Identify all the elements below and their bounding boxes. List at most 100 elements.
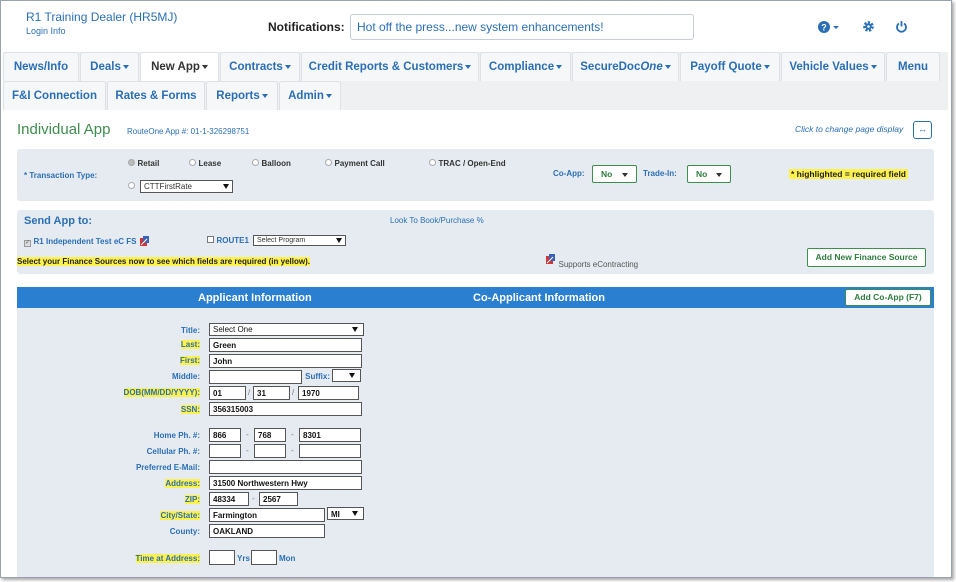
coapplicant-header-title: Co-Applicant Information bbox=[473, 292, 605, 304]
cell-phone-line-input[interactable] bbox=[299, 444, 361, 458]
county-label: County: bbox=[169, 527, 200, 536]
send-app-title: Send App to: bbox=[24, 215, 93, 227]
dob-year-input[interactable]: 1970 bbox=[298, 386, 359, 400]
first-name-label: First: bbox=[180, 356, 200, 365]
home-phone-prefix-input[interactable]: 768 bbox=[254, 428, 286, 442]
coapp-select[interactable]: No bbox=[592, 165, 637, 183]
ssn-label: SSN: bbox=[180, 405, 200, 414]
months-label: Mon bbox=[279, 554, 296, 563]
login-info-link[interactable]: Login Info bbox=[26, 26, 66, 36]
transaction-type-label: * Transaction Type: bbox=[24, 171, 98, 180]
radio-trac-open-end[interactable]: TRAC / Open-End bbox=[429, 158, 506, 168]
chevron-down-icon bbox=[325, 93, 332, 98]
dob-day-input[interactable]: 31 bbox=[253, 386, 290, 400]
tab-credit-reports-customers[interactable]: Credit Reports & Customers bbox=[301, 52, 479, 81]
ssn-input[interactable]: 356315003 bbox=[209, 402, 362, 416]
middle-name-input[interactable] bbox=[209, 370, 302, 384]
applicant-header-title: Applicant Information bbox=[198, 292, 312, 304]
chevron-down-icon bbox=[122, 64, 129, 69]
home-phone-area-input[interactable]: 866 bbox=[209, 428, 241, 442]
tab-compliance[interactable]: Compliance bbox=[480, 52, 571, 81]
main-nav-row-1: News/Info Deals New App Contracts Credit… bbox=[3, 52, 948, 81]
tradein-select[interactable]: No bbox=[687, 165, 731, 183]
tradein-label: Trade-In: bbox=[643, 169, 677, 178]
dob-month-input[interactable]: 01 bbox=[209, 386, 246, 400]
title-label: Title: bbox=[181, 326, 200, 335]
chevron-down-icon bbox=[664, 64, 671, 69]
tab-fi-connection[interactable]: F&I Connection bbox=[3, 81, 106, 110]
title-select[interactable]: Select One bbox=[209, 323, 364, 336]
cell-phone-area-input[interactable] bbox=[209, 444, 241, 458]
radio-program[interactable] bbox=[128, 181, 135, 191]
dob-separator: / bbox=[292, 388, 295, 397]
tab-contracts[interactable]: Contracts bbox=[220, 52, 300, 81]
supports-econtracting-legend: Supports eContracting bbox=[545, 254, 638, 269]
middle-name-label: Middle: bbox=[172, 372, 200, 381]
expand-display-button[interactable]: ↔ bbox=[913, 121, 932, 139]
chevron-down-icon bbox=[201, 64, 208, 69]
phone-separator: - bbox=[291, 430, 294, 439]
chevron-down-icon bbox=[465, 64, 472, 69]
tab-new-app[interactable]: New App bbox=[140, 52, 219, 81]
phone-separator: - bbox=[291, 446, 294, 455]
address-input[interactable]: 31500 Northwestern Hwy bbox=[209, 476, 362, 490]
email-input[interactable] bbox=[209, 460, 362, 474]
years-label: Yrs bbox=[237, 554, 250, 563]
city-state-label: City/State: bbox=[160, 511, 200, 520]
zip-input[interactable]: 48334 bbox=[209, 492, 249, 506]
power-icon[interactable] bbox=[895, 20, 909, 34]
cell-phone-label: Cellular Ph. #: bbox=[146, 447, 200, 456]
radio-balloon[interactable]: Balloon bbox=[252, 158, 291, 168]
state-select[interactable]: MI bbox=[327, 507, 364, 520]
city-input[interactable]: Farmington bbox=[209, 508, 325, 522]
zip-label: ZIP: bbox=[184, 495, 200, 504]
tab-rates-forms[interactable]: Rates & Forms bbox=[107, 81, 205, 110]
tab-admin[interactable]: Admin bbox=[279, 81, 341, 110]
tab-deals[interactable]: Deals bbox=[80, 52, 139, 81]
chevron-down-icon bbox=[870, 64, 877, 69]
suffix-select[interactable] bbox=[332, 369, 361, 382]
tab-vehicle-values[interactable]: Vehicle Values bbox=[781, 52, 885, 81]
radio-payment-call[interactable]: Payment Call bbox=[325, 158, 385, 168]
program-select-route1[interactable]: Select Program bbox=[253, 235, 346, 246]
svg-text:?: ? bbox=[821, 23, 827, 33]
look-to-book-link[interactable]: Look To Book/Purchase % bbox=[390, 216, 484, 225]
add-finance-source-button[interactable]: Add New Finance Source bbox=[807, 248, 926, 267]
notifications-box[interactable]: Hot off the press...new system enhanceme… bbox=[350, 14, 694, 40]
change-page-display-link[interactable]: Click to change page display bbox=[795, 124, 903, 134]
cell-phone-prefix-input[interactable] bbox=[254, 444, 286, 458]
time-at-address-years-input[interactable] bbox=[209, 550, 235, 565]
time-at-address-months-input[interactable] bbox=[251, 550, 277, 565]
last-name-input[interactable]: Green bbox=[209, 338, 362, 352]
dob-label: DOB(MM/DD/YYYY): bbox=[123, 388, 200, 397]
finance-source-2[interactable]: ROUTE1 bbox=[207, 235, 249, 245]
chevron-down-icon bbox=[284, 64, 291, 69]
econtracting-icon bbox=[140, 236, 150, 247]
tab-securedocone[interactable]: SecureDocOne bbox=[572, 52, 679, 81]
phone-separator: - bbox=[246, 446, 249, 455]
gear-icon[interactable] bbox=[862, 20, 876, 34]
radio-lease[interactable]: Lease bbox=[189, 158, 221, 168]
tab-menu[interactable]: Menu bbox=[886, 52, 940, 81]
zip4-input[interactable]: 2567 bbox=[259, 492, 298, 506]
tab-payoff-quote[interactable]: Payoff Quote bbox=[680, 52, 780, 81]
county-input[interactable]: OAKLAND bbox=[209, 524, 325, 538]
phone-separator: - bbox=[246, 430, 249, 439]
help-icon[interactable]: ? bbox=[818, 20, 839, 34]
last-name-label: Last: bbox=[180, 340, 200, 349]
radio-retail[interactable]: Retail bbox=[128, 158, 159, 168]
main-nav-row-2: F&I Connection Rates & Forms Reports Adm… bbox=[3, 81, 948, 110]
tab-reports[interactable]: Reports bbox=[206, 81, 278, 110]
finance-source-1[interactable]: ✓ R1 Independent Test eC FS bbox=[24, 236, 150, 247]
tab-news-info[interactable]: News/Info bbox=[3, 52, 79, 81]
chevron-down-icon bbox=[763, 64, 770, 69]
first-name-input[interactable]: John bbox=[209, 354, 362, 368]
app-window: R1 Training Dealer (HR5MJ) Login Info No… bbox=[0, 0, 952, 578]
home-phone-line-input[interactable]: 8301 bbox=[299, 428, 361, 442]
app-number: RouteOne App #: 01-1-326298751 bbox=[127, 127, 250, 136]
suffix-label: Suffix: bbox=[305, 372, 330, 381]
zip-separator: - bbox=[252, 494, 255, 503]
program-select[interactable]: CTTFirstRate bbox=[140, 180, 233, 193]
email-label: Preferred E-Mail: bbox=[135, 463, 200, 472]
add-coapp-button[interactable]: Add Co-App (F7) bbox=[845, 289, 931, 306]
